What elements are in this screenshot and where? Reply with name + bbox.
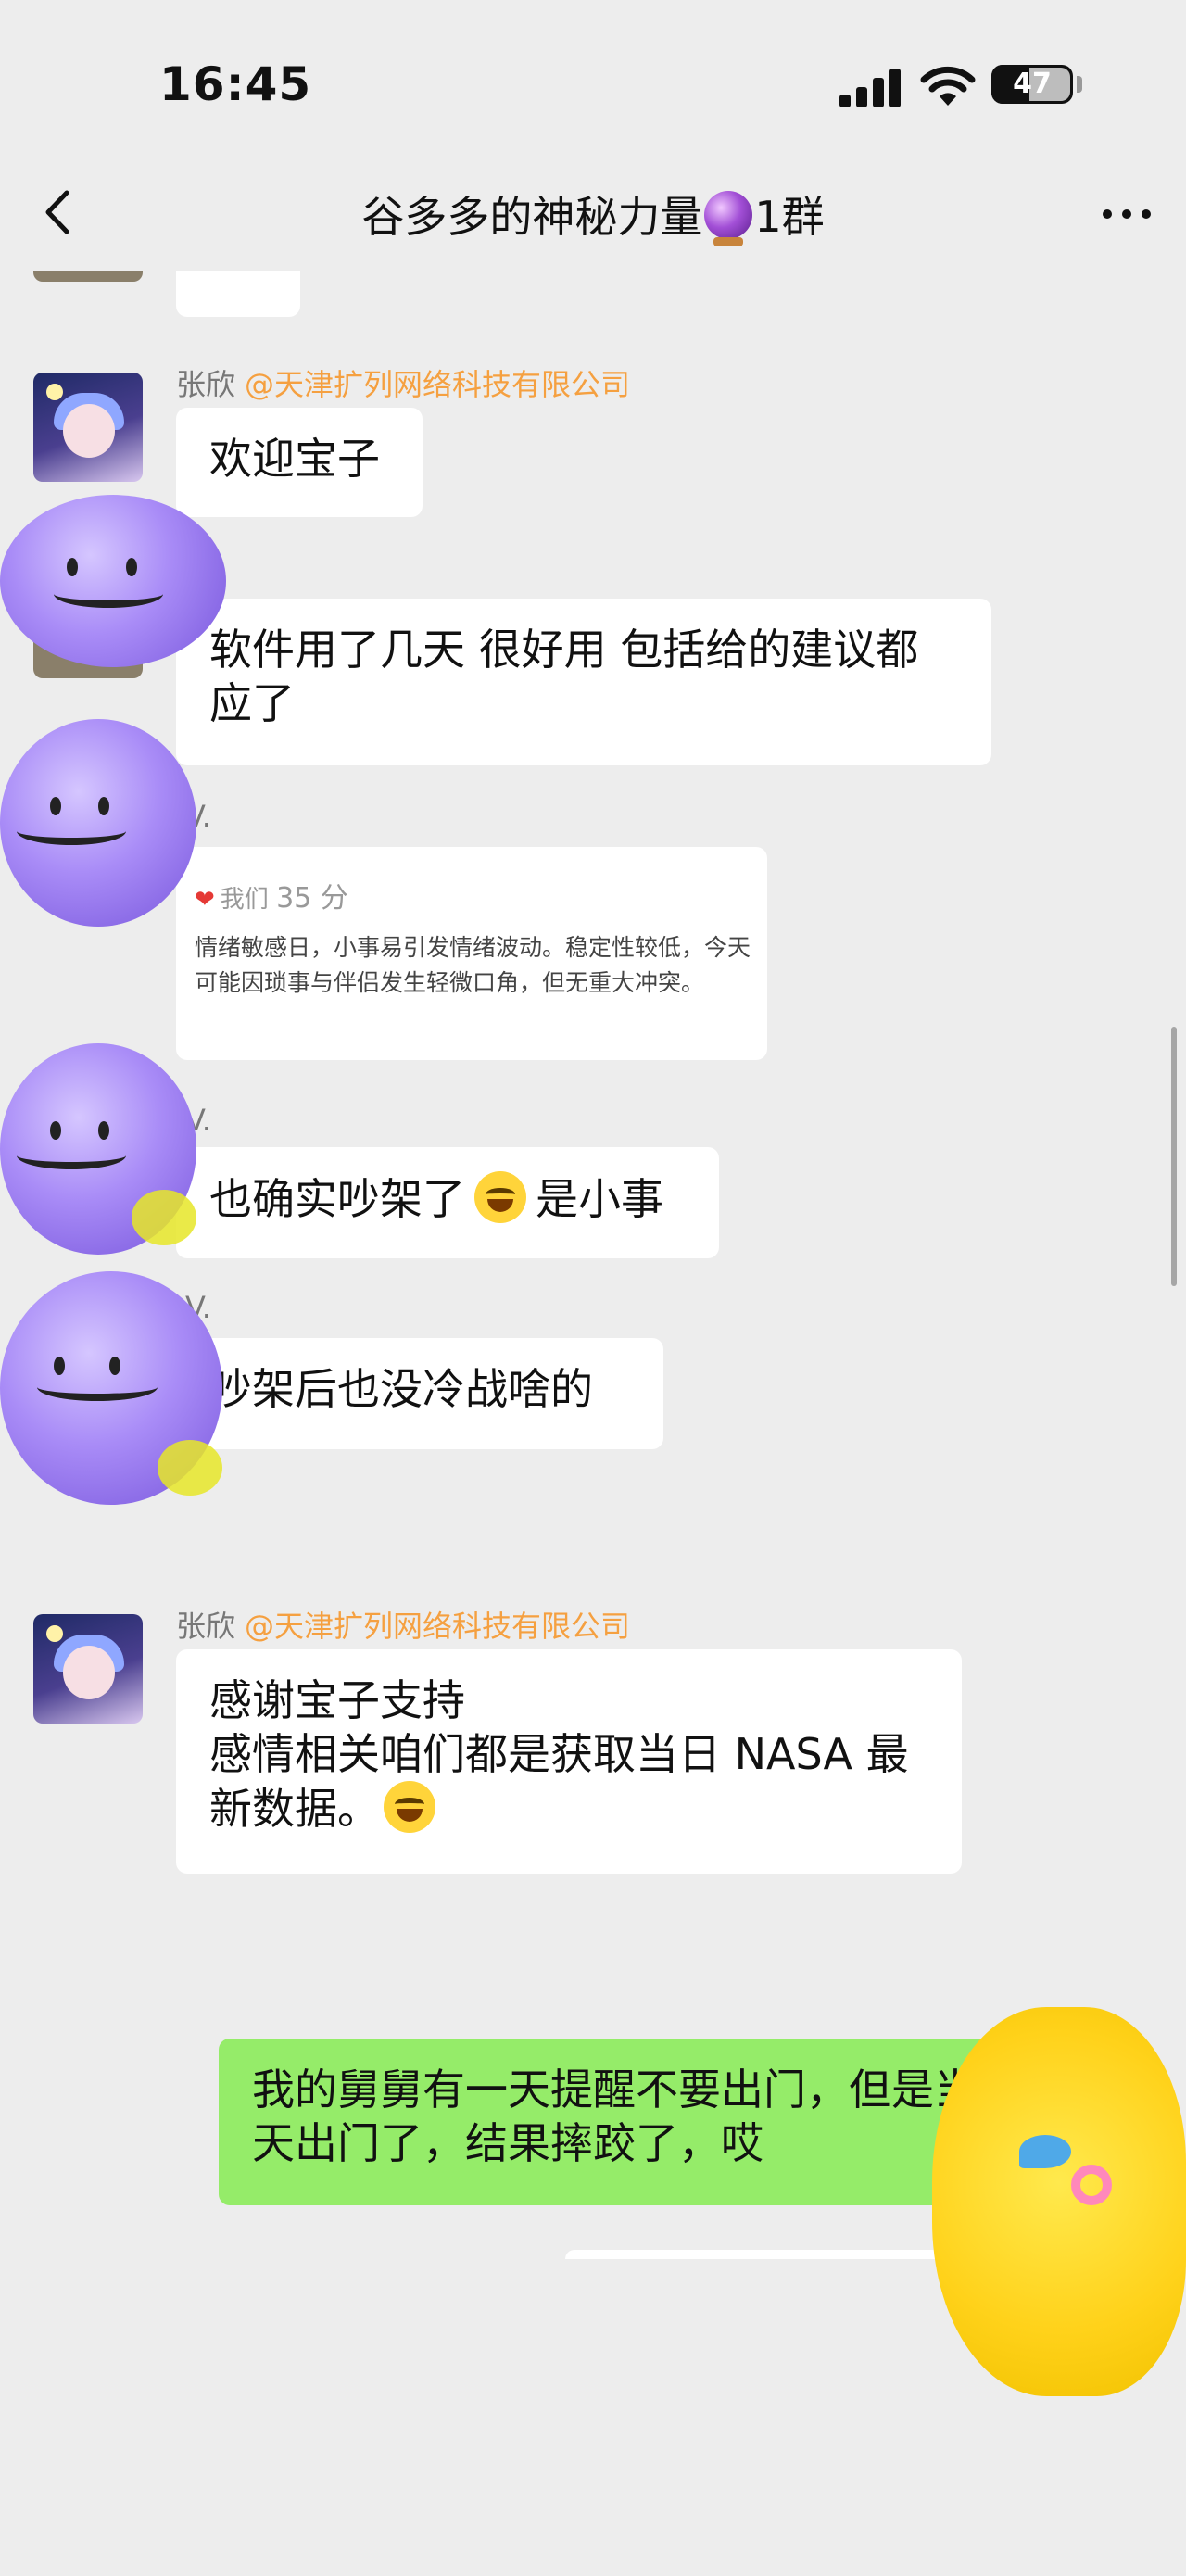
message-bubble[interactable]: 欢迎宝子 — [176, 408, 423, 517]
battery-tip — [1077, 76, 1082, 93]
yellow-blob-sticker-icon — [932, 2007, 1186, 2396]
message-bubble[interactable]: 也确实吵架了 是小事 — [176, 1147, 719, 1258]
message-bubble[interactable]: 吵架后也没冷战啥的 — [176, 1338, 663, 1449]
sender-name: 张欣 @天津扩列网络科技有限公司 — [176, 361, 630, 404]
message-text: 欢迎宝子 — [209, 434, 380, 484]
avatar-face — [63, 1646, 115, 1699]
sticker-mouth — [17, 1142, 126, 1169]
smiley-sticker-icon — [0, 495, 226, 667]
message-text: 我的舅舅有一天提醒不要出门，但是当天出门了，结果摔跤了，哎 — [252, 2065, 977, 2168]
sticker-eye — [54, 1357, 65, 1375]
donut-icon — [1071, 2165, 1112, 2205]
sender-organization: @天津扩列网络科技有限公司 — [245, 367, 631, 402]
battery-icon: 47 — [991, 65, 1073, 104]
message-bubble-partial[interactable] — [176, 271, 300, 317]
sticker-mouth — [54, 580, 163, 608]
card-text: 情绪敏感日，小事易引发情绪波动。稳定性较低，今天可能因琐事与伴侣发生轻微口角，但… — [195, 934, 751, 996]
message-text: 感情相关咱们都是获取当日 NASA 最新数据。 — [209, 1729, 909, 1834]
battery-percent: 47 — [1013, 68, 1052, 100]
chat-title-suffix: 1群 — [754, 192, 825, 242]
avatar[interactable] — [33, 1614, 143, 1724]
message-text: 也确实吵架了 — [209, 1174, 465, 1224]
sticker-eye — [50, 797, 61, 815]
card-header: ❤ 我们 35 分 — [195, 875, 348, 915]
message-bubble[interactable]: 感谢宝子支持 感情相关咱们都是获取当日 NASA 最新数据。 — [176, 1649, 962, 1874]
smiley-sticker-icon — [0, 719, 196, 927]
sticker-eye — [126, 558, 137, 576]
chat-title: 谷多多的神秘力量 1群 — [306, 183, 880, 246]
sticker-eye — [98, 797, 109, 815]
message-bubble[interactable]: 软件用了几天 很好用 包括给的建议都应了 — [176, 599, 991, 765]
card-score: 35 分 — [276, 882, 348, 915]
avatar[interactable] — [33, 271, 143, 282]
more-options-button[interactable] — [1093, 185, 1160, 241]
scrollbar[interactable] — [1171, 1027, 1177, 1286]
back-icon[interactable] — [28, 180, 93, 245]
crystal-ball-icon — [704, 191, 753, 246]
sticker-mouth — [17, 817, 126, 845]
smiley-sticker-icon — [0, 1043, 196, 1255]
my-message-bubble[interactable]: 我的舅舅有一天提醒不要出门，但是当天出门了，结果摔跤了，哎 — [219, 2039, 1010, 2205]
message-text: 软件用了几天 很好用 包括给的建议都应了 — [209, 625, 919, 728]
chat-title-text: 谷多多的神秘力量 — [361, 192, 703, 242]
chat-header: 谷多多的神秘力量 1群 — [0, 158, 1186, 271]
sender-name: 张欣 @天津扩列网络科技有限公司 — [176, 1603, 630, 1646]
wifi-icon — [920, 66, 976, 106]
status-bar: 16:45 47 — [0, 0, 1186, 158]
avatar-face — [63, 404, 115, 458]
card-label: 我们 — [220, 886, 269, 914]
sender-organization: @天津扩列网络科技有限公司 — [245, 1609, 631, 1644]
sticker-eye — [109, 1357, 120, 1375]
moon-icon — [46, 1625, 63, 1642]
sender-name-text: 张欣 — [176, 367, 236, 402]
sticker-eye — [67, 558, 78, 576]
hugging-emoji-icon — [384, 1781, 435, 1833]
status-time: 16:45 — [159, 57, 312, 111]
heart-icon: ❤ — [195, 886, 215, 914]
message-text: 吵架后也没冷战啥的 — [209, 1364, 593, 1414]
horoscope-card[interactable]: ❤ 我们 35 分 情绪敏感日，小事易引发情绪波动。稳定性较低，今天可能因琐事与伴… — [176, 847, 767, 1060]
sticker-eye — [98, 1121, 109, 1140]
message-bubble-partial — [565, 2250, 973, 2259]
avatar[interactable] — [33, 373, 143, 482]
cellular-signal-icon — [839, 69, 901, 107]
laughing-emoji-icon — [474, 1171, 526, 1223]
message-text-line: 感情相关咱们都是获取当日 NASA 最新数据。 — [209, 1727, 928, 1836]
sticker-eye — [50, 1121, 61, 1140]
sweat-drop-icon — [1019, 2135, 1071, 2168]
smiley-sticker-icon — [0, 1271, 222, 1505]
message-text-line: 感谢宝子支持 — [209, 1675, 465, 1725]
moon-icon — [46, 384, 63, 400]
sticker-mouth — [37, 1373, 158, 1401]
sender-name-text: 张欣 — [176, 1609, 236, 1644]
message-text: 是小事 — [536, 1174, 663, 1224]
